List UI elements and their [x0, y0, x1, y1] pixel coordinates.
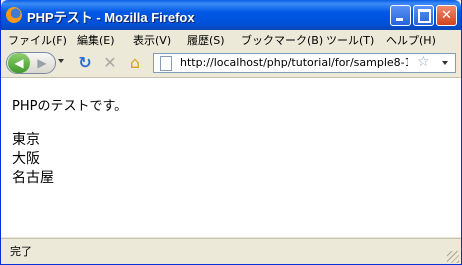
city-item: 東京	[12, 132, 40, 148]
minimize-button[interactable]	[390, 5, 411, 26]
home-icon[interactable]: ⌂	[125, 53, 145, 73]
city-item: 名古屋	[12, 170, 54, 186]
forward-arrow-icon: ▶	[37, 56, 47, 70]
star-icon[interactable]: ☆	[417, 54, 430, 70]
city-item: 大阪	[12, 151, 40, 167]
minimize-icon	[396, 18, 403, 21]
navigation-toolbar: ◀ ▶ ↻ ✕ ⌂ http://localhost/php/tutorial/…	[1, 49, 461, 78]
menu-bookmarks[interactable]: ブックマーク(B)	[241, 32, 323, 48]
url-dropdown-icon[interactable]	[442, 61, 448, 65]
menu-bar: ファイル(F) 編集(E) 表示(V) 履歴(S) ブックマーク(B) ツール(…	[1, 30, 461, 77]
window-title: PHPテスト - Mozilla Firefox	[27, 10, 195, 25]
menu-edit[interactable]: 編集(E)	[77, 32, 115, 48]
back-button[interactable]: ◀	[8, 53, 30, 73]
reload-icon[interactable]: ↻	[75, 53, 95, 73]
page-icon	[160, 56, 172, 71]
back-forward-group: ◀ ▶	[6, 52, 56, 74]
menu-tools[interactable]: ツール(T)	[326, 32, 374, 48]
menu-view[interactable]: 表示(V)	[133, 32, 171, 48]
history-dropdown-icon[interactable]	[58, 59, 64, 63]
browser-window: PHPテスト - Mozilla Firefox ✕ ファイル(F) 編集(E)…	[0, 0, 462, 265]
maximize-icon	[418, 9, 431, 23]
forward-button[interactable]: ▶	[33, 53, 51, 73]
close-button[interactable]: ✕	[436, 5, 457, 26]
menu-help[interactable]: ヘルプ(H)	[386, 32, 436, 48]
menu-file[interactable]: ファイル(F)	[8, 32, 67, 48]
back-arrow-icon: ◀	[14, 56, 24, 70]
status-bar: 完了	[1, 238, 461, 264]
status-text: 完了	[10, 245, 32, 258]
stop-icon[interactable]: ✕	[100, 53, 120, 73]
page-content: PHPのテストです。 東京 大阪 名古屋	[1, 78, 461, 237]
maximize-button[interactable]	[413, 5, 434, 26]
title-bar[interactable]: PHPテスト - Mozilla Firefox ✕	[1, 0, 461, 30]
resize-grip[interactable]	[447, 251, 459, 263]
firefox-icon	[6, 7, 22, 23]
url-bar[interactable]: http://localhost/php/tutorial/for/sample…	[153, 53, 456, 73]
menu-history[interactable]: 履歴(S)	[187, 32, 225, 48]
url-text[interactable]: http://localhost/php/tutorial/for/sample…	[180, 56, 408, 69]
intro-text: PHPのテストです。	[12, 99, 128, 114]
close-icon: ✕	[441, 8, 452, 23]
